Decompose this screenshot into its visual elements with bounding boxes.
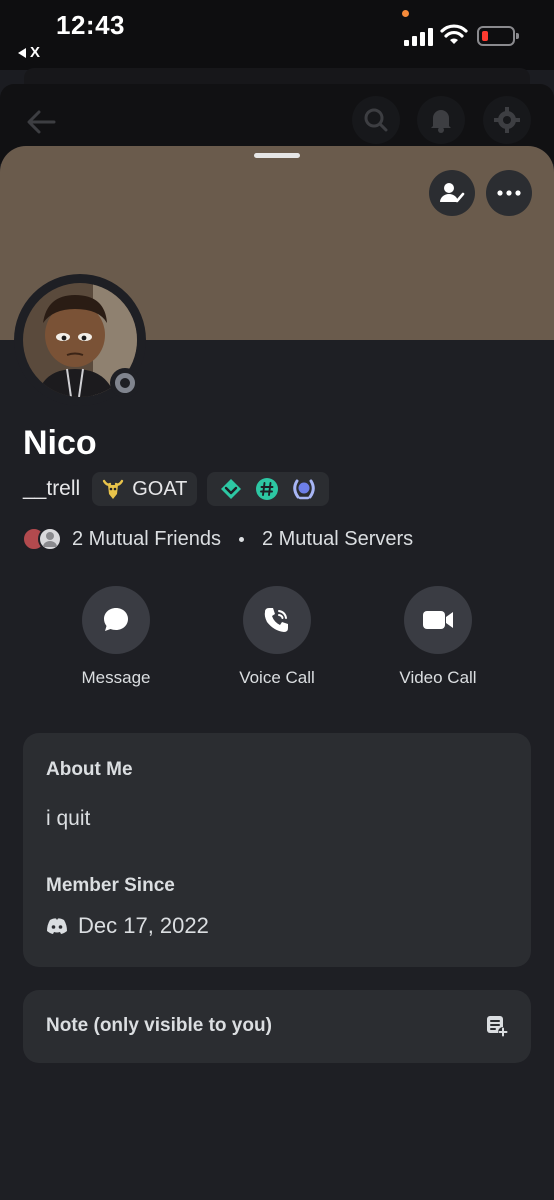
- profile-avatar[interactable]: [14, 274, 146, 406]
- separator-dot: [238, 536, 244, 542]
- bell-icon: [417, 96, 465, 144]
- message-button-circle[interactable]: [82, 586, 150, 654]
- video-camera-icon: [423, 611, 453, 629]
- more-options-button[interactable]: [486, 170, 532, 216]
- note-card[interactable]: Note (only visible to you): [23, 990, 531, 1063]
- chat-bubble-icon: [104, 608, 128, 631]
- identity-row: __trell GOAT: [23, 472, 330, 506]
- voice-call-button-label: Voice Call: [239, 668, 315, 687]
- wifi-icon: [440, 24, 468, 44]
- status-bar: 12:43 X: [0, 0, 554, 70]
- mutual-servers-link[interactable]: 2 Mutual Servers: [262, 528, 413, 551]
- clan-tag-label: GOAT: [132, 477, 188, 500]
- hashtag-badge-icon[interactable]: [255, 477, 279, 501]
- phone-icon: [264, 608, 288, 632]
- back-arrow-icon: [27, 110, 56, 134]
- voice-call-button-circle[interactable]: [243, 586, 311, 654]
- display-name: Nico: [23, 424, 97, 462]
- back-triangle-icon: [18, 47, 26, 58]
- add-note-icon[interactable]: [485, 1014, 509, 1038]
- voice-call-button[interactable]: Voice Call: [207, 586, 347, 688]
- mutual-avatar: [38, 527, 62, 551]
- friends-status-button[interactable]: [429, 170, 475, 216]
- mutual-friend-avatars: [22, 526, 64, 552]
- quest-laurel-badge-icon[interactable]: [291, 476, 317, 502]
- friend-check-icon: [440, 183, 465, 203]
- sheet-drag-handle[interactable]: [254, 153, 300, 158]
- video-call-button[interactable]: Video Call: [368, 586, 508, 688]
- gear-icon: [483, 96, 531, 144]
- mutual-friends-link[interactable]: 2 Mutual Friends: [72, 528, 221, 551]
- about-card: About Me i quit Member Since Dec 17, 202…: [23, 733, 531, 967]
- note-label: Note (only visible to you): [46, 1015, 272, 1036]
- battery-icon: [477, 26, 519, 46]
- about-me-heading: About Me: [46, 759, 133, 780]
- back-app-label: X: [30, 44, 41, 61]
- about-me-text: i quit: [46, 807, 91, 830]
- username: __trell: [23, 477, 81, 500]
- search-icon: [352, 96, 400, 144]
- message-button-label: Message: [81, 668, 151, 687]
- clan-tag-badge[interactable]: GOAT: [92, 472, 198, 506]
- profile-badges: [207, 472, 330, 506]
- nitro-diamond-badge-icon[interactable]: [219, 477, 243, 501]
- privacy-indicator-dot: [402, 10, 409, 17]
- mutuals-row[interactable]: 2 Mutual Friends 2 Mutual Servers: [22, 526, 413, 552]
- status-time: 12:43: [56, 10, 125, 40]
- video-call-button-circle[interactable]: [404, 586, 472, 654]
- message-button[interactable]: Message: [46, 586, 186, 688]
- video-call-button-label: Video Call: [399, 668, 477, 687]
- offline-status-indicator: [110, 368, 140, 398]
- goat-icon: [103, 479, 124, 499]
- member-since-date: Dec 17, 2022: [78, 913, 209, 938]
- ellipsis-icon: [497, 190, 521, 196]
- member-since-row: Dec 17, 2022: [46, 913, 209, 939]
- cellular-signal-icon: [404, 28, 433, 46]
- discord-logo-icon: [47, 918, 67, 934]
- profile-sheet: Nico __trell GOAT 2 Mutual Friends 2 Mut…: [0, 146, 554, 1200]
- member-since-heading: Member Since: [46, 875, 175, 896]
- back-to-app-link[interactable]: X: [18, 44, 40, 61]
